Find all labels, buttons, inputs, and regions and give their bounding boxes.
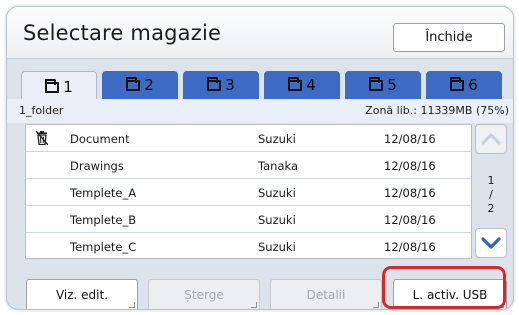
free-space: Zonă lib.: 11339MB (75%) bbox=[365, 104, 509, 117]
dialog-title: Selectare magazie bbox=[23, 21, 222, 45]
scroll-up-button[interactable] bbox=[475, 124, 507, 154]
folder-icon bbox=[369, 77, 384, 91]
tab-folder-1[interactable]: 1 bbox=[21, 71, 97, 102]
file-owner: Suzuki bbox=[258, 132, 296, 146]
folder-icon bbox=[45, 79, 60, 93]
folder-name: 1_folder bbox=[19, 104, 64, 117]
tab-folder-2[interactable]: 2 bbox=[102, 71, 178, 99]
file-date: 12/08/16 bbox=[384, 240, 436, 254]
page-separator: / bbox=[489, 188, 493, 201]
folder-tabs: 1 2 3 4 5 6 bbox=[21, 71, 505, 102]
chevron-up-icon bbox=[481, 133, 501, 145]
list-scroller: 1 / 2 bbox=[475, 124, 507, 259]
tab-label: 3 bbox=[225, 76, 235, 94]
file-date: 12/08/16 bbox=[384, 132, 436, 146]
tab-folder-6[interactable]: 6 bbox=[426, 71, 502, 99]
file-date: 12/08/16 bbox=[384, 159, 436, 173]
file-owner: Suzuki bbox=[258, 240, 296, 254]
view-edit-button[interactable]: Viz. edit. bbox=[26, 279, 138, 309]
tab-label: 5 bbox=[387, 76, 397, 94]
file-name: Templete_B bbox=[70, 213, 137, 227]
tab-label: 4 bbox=[306, 76, 316, 94]
close-button[interactable]: Închide bbox=[393, 23, 505, 52]
tab-label: 1 bbox=[63, 78, 73, 96]
file-date: 12/08/16 bbox=[384, 186, 436, 200]
file-owner: Suzuki bbox=[258, 213, 296, 227]
folder-icon bbox=[288, 77, 303, 91]
dialog-header: Selectare magazie Închide bbox=[7, 7, 513, 59]
scroll-down-button[interactable] bbox=[475, 228, 507, 258]
file-owner: Suzuki bbox=[258, 186, 296, 200]
folder-status-bar: 1_folder Zonă lib.: 11339MB (75%) bbox=[7, 99, 513, 123]
tab-label: 2 bbox=[144, 76, 154, 94]
list-item[interactable]: Templete_C Suzuki 12/08/16 bbox=[26, 233, 471, 260]
folder-icon bbox=[450, 77, 465, 91]
file-name: Templete_A bbox=[70, 186, 137, 200]
folder-icon bbox=[207, 77, 222, 91]
file-date: 12/08/16 bbox=[384, 213, 436, 227]
page-indicator: 1 / 2 bbox=[475, 174, 507, 216]
highlight-frame bbox=[382, 266, 506, 309]
file-list: Document Suzuki 12/08/16 Drawings Tanaka… bbox=[25, 124, 472, 259]
list-item[interactable]: Templete_A Suzuki 12/08/16 bbox=[26, 179, 471, 206]
tab-folder-4[interactable]: 4 bbox=[264, 71, 340, 99]
list-item[interactable]: Templete_B Suzuki 12/08/16 bbox=[26, 206, 471, 233]
file-owner: Tanaka bbox=[258, 159, 299, 173]
file-name: Drawings bbox=[70, 159, 124, 173]
list-item[interactable]: Document Suzuki 12/08/16 bbox=[26, 125, 471, 152]
current-page: 1 bbox=[487, 174, 495, 187]
trash-icon bbox=[36, 131, 48, 145]
file-name: Templete_C bbox=[70, 240, 137, 254]
chevron-down-icon bbox=[481, 237, 501, 249]
tab-folder-3[interactable]: 3 bbox=[183, 71, 259, 99]
file-name: Document bbox=[70, 132, 130, 146]
delete-button[interactable]: Șterge bbox=[148, 279, 260, 309]
tab-label: 6 bbox=[468, 76, 478, 94]
storage-select-dialog: Selectare magazie Închide 1 2 3 4 5 6 1_ bbox=[6, 6, 514, 310]
details-button[interactable]: Detalii bbox=[270, 279, 382, 309]
list-item[interactable]: Drawings Tanaka 12/08/16 bbox=[26, 152, 471, 179]
folder-icon bbox=[126, 77, 141, 91]
total-pages: 2 bbox=[487, 202, 495, 215]
tab-folder-5[interactable]: 5 bbox=[345, 71, 421, 99]
